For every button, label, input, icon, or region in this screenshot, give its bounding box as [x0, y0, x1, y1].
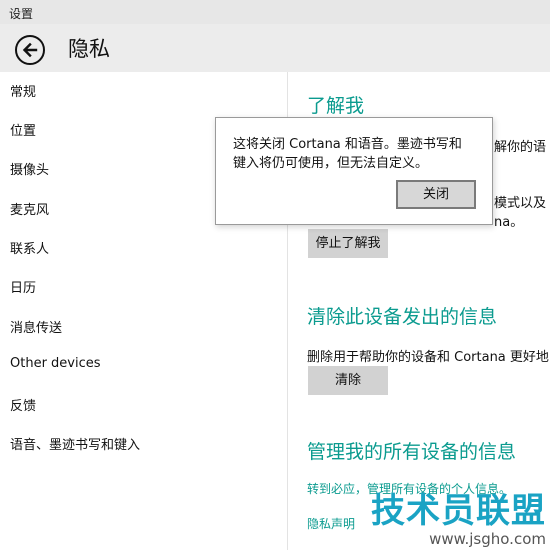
sidebar-item-location[interactable]: 位置: [10, 120, 36, 139]
page-title: 隐私: [68, 37, 110, 61]
window-title: 设置: [9, 7, 34, 21]
privacy-statement-link[interactable]: 隐私声明: [307, 515, 355, 532]
dialog-message-line-1: 这将关闭 Cortana 和语音。墨迹书写和: [233, 137, 462, 152]
watermark: 技术员联盟 www.jsgho.com: [371, 492, 546, 548]
sidebar-item-other-devices[interactable]: Other devices: [10, 356, 101, 371]
clear-description: 删除用于帮助你的设备和 Cortana 更好地: [307, 350, 549, 365]
sidebar-item-feedback[interactable]: 反馈: [10, 395, 36, 414]
section-title-know-me: 了解我: [307, 95, 365, 117]
stop-knowing-me-button[interactable]: 停止了解我: [308, 229, 388, 258]
know-me-text-fragment-1: 解你的语: [494, 140, 547, 155]
page-header: 隐私: [0, 24, 550, 72]
section-title-manage: 管理我的所有设备的信息: [307, 441, 517, 463]
sidebar-item-camera[interactable]: 摄像头: [10, 159, 49, 178]
sidebar-item-calendar[interactable]: 日历: [10, 277, 36, 296]
title-bar: 设置: [0, 0, 550, 24]
dialog-close-button[interactable]: 关闭: [396, 180, 476, 209]
sidebar-item-messaging[interactable]: 消息传送: [10, 317, 62, 336]
clear-button[interactable]: 清除: [308, 366, 388, 395]
know-me-text-fragment-3: na。: [494, 215, 524, 230]
watermark-url: www.jsgho.com: [429, 530, 546, 548]
watermark-logo-text: 技术员联盟: [371, 491, 546, 531]
section-title-clear: 清除此设备发出的信息: [307, 306, 498, 328]
sidebar-item-microphone[interactable]: 麦克风: [10, 199, 49, 218]
dialog-message-line-2: 键入将仍可使用，但无法自定义。: [233, 156, 429, 171]
sidebar-item-general[interactable]: 常规: [10, 81, 36, 100]
back-button[interactable]: [15, 35, 45, 65]
know-me-text-fragment-2: 模式以及: [494, 196, 547, 211]
sidebar-item-speech-inking-typing[interactable]: 语音、墨迹书写和键入: [10, 434, 140, 453]
confirm-dialog: 这将关闭 Cortana 和语音。墨迹书写和 键入将仍可使用，但无法自定义。 关…: [215, 117, 493, 225]
sidebar-item-contacts[interactable]: 联系人: [10, 238, 49, 257]
back-arrow-icon: [22, 42, 38, 58]
